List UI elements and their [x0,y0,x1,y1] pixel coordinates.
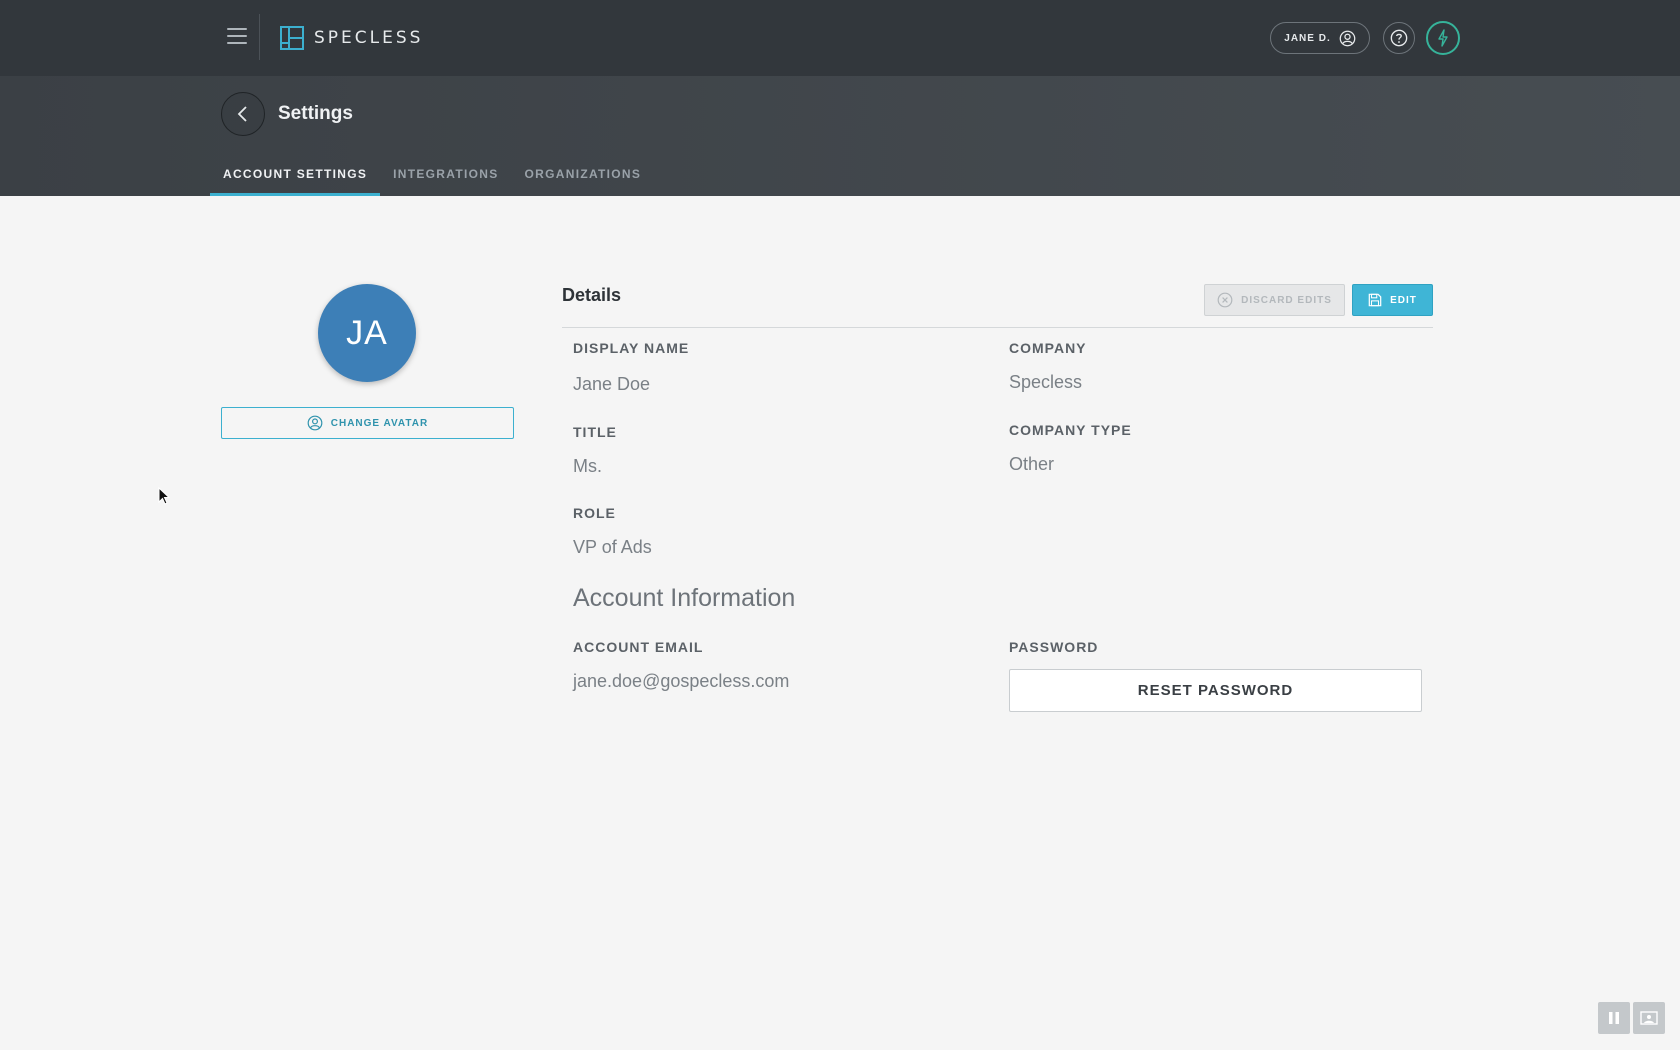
company-type-label: COMPANY TYPE [1009,422,1132,438]
edit-button[interactable]: EDIT [1352,284,1433,316]
discard-edits-button[interactable]: DISCARD EDITS [1204,284,1345,316]
pause-icon [1609,1012,1619,1024]
title-label: TITLE [573,424,617,440]
details-divider [562,327,1433,328]
account-email-label: ACCOUNT EMAIL [573,639,704,655]
question-circle-icon [1390,29,1408,47]
lightning-bolt-icon [1438,29,1448,47]
company-label: COMPANY [1009,340,1087,356]
help-button[interactable] [1383,22,1415,54]
change-avatar-label: CHANGE AVATAR [330,417,429,429]
role-value: VP of Ads [573,537,652,557]
edit-label: EDIT [1390,294,1417,306]
specless-logo-icon [280,26,304,50]
hamburger-menu-icon[interactable] [227,28,247,44]
settings-tabs: ACCOUNT SETTINGS INTEGRATIONS ORGANIZATI… [210,162,654,196]
chevron-left-icon [237,106,247,122]
app-logo[interactable]: SPECLESS [280,25,423,51]
user-name-label: JANE D. [1284,32,1331,44]
account-information-title: Account Information [573,584,796,612]
logo-text: SPECLESS [314,28,424,48]
top-bar: SPECLESS JANE D. [0,0,1680,76]
details-title: Details [562,285,622,305]
discard-edits-label: DISCARD EDITS [1241,294,1332,306]
activity-button[interactable] [1426,21,1460,55]
avatar: JA [318,284,416,382]
image-icon [1640,1011,1658,1025]
settings-header: Settings ACCOUNT SETTINGS INTEGRATIONS O… [0,76,1680,196]
page-title: Settings [278,103,353,124]
tab-account-settings[interactable]: ACCOUNT SETTINGS [210,162,381,196]
pause-button[interactable] [1598,1002,1630,1034]
topbar-divider [259,14,260,60]
floppy-disk-icon [1368,293,1382,307]
user-menu-button[interactable]: JANE D. [1270,22,1370,54]
tab-integrations[interactable]: INTEGRATIONS [380,162,511,196]
back-button[interactable] [221,92,265,136]
tab-organizations[interactable]: ORGANIZATIONS [512,162,655,196]
role-label: ROLE [573,505,616,521]
change-avatar-button[interactable]: CHANGE AVATAR [221,407,514,439]
mouse-cursor-icon [158,487,171,505]
company-value: Specless [1009,372,1083,392]
title-value: Ms. [573,456,602,476]
x-circle-icon [1217,292,1233,308]
account-email-value: jane.doe@gospecless.com [573,671,790,691]
user-circle-icon [307,415,323,431]
display-name-label: DISPLAY NAME [573,340,690,356]
password-label: PASSWORD [1009,639,1099,655]
company-type-value: Other [1009,454,1055,474]
display-name-value: Jane Doe [573,374,651,394]
reset-password-button[interactable]: RESET PASSWORD [1009,669,1422,712]
user-circle-icon [1339,30,1356,46]
picture-in-picture-button[interactable] [1633,1002,1665,1034]
